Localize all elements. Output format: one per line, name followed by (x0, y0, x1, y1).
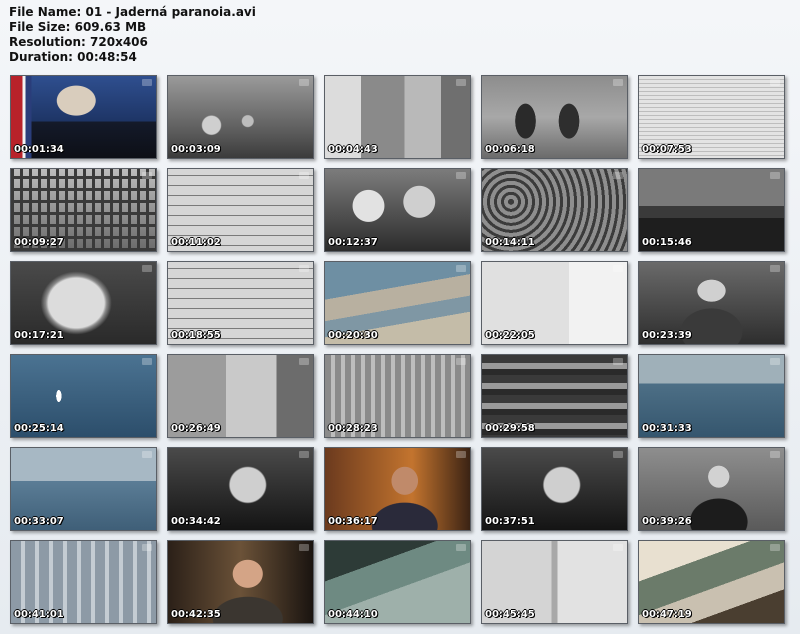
channel-watermark-icon (299, 265, 309, 272)
thumbnail-timestamp: 00:15:46 (642, 237, 692, 248)
thumbnail-timestamp: 00:44:10 (328, 609, 378, 620)
video-thumbnail[interactable]: 00:39:26 (638, 447, 785, 531)
channel-watermark-icon (299, 451, 309, 458)
channel-watermark-icon (299, 358, 309, 365)
channel-watermark-icon (456, 172, 466, 179)
video-thumbnail[interactable]: 00:45:45 (481, 540, 628, 624)
thumbnail-timestamp: 00:36:17 (328, 516, 378, 527)
video-thumbnail[interactable]: 00:41:01 (10, 540, 157, 624)
channel-watermark-icon (142, 265, 152, 272)
video-thumbnail[interactable]: 00:14:11 (481, 168, 628, 252)
thumbnail-timestamp: 00:07:53 (642, 144, 692, 155)
file-name-line: File Name: 01 - Jaderná paranoia.avi (9, 5, 256, 19)
thumbnail-timestamp: 00:42:35 (171, 609, 221, 620)
channel-watermark-icon (142, 358, 152, 365)
video-thumbnail[interactable]: 00:26:49 (167, 354, 314, 438)
video-thumbnail[interactable]: 00:34:42 (167, 447, 314, 531)
video-thumbnail[interactable]: 00:03:09 (167, 75, 314, 159)
channel-watermark-icon (456, 451, 466, 458)
video-thumbnail[interactable]: 00:37:51 (481, 447, 628, 531)
channel-watermark-icon (613, 79, 623, 86)
channel-watermark-icon (613, 265, 623, 272)
video-thumbnail[interactable]: 00:01:34 (10, 75, 157, 159)
thumbnail-timestamp: 00:23:39 (642, 330, 692, 341)
thumbnail-timestamp: 00:18:55 (171, 330, 221, 341)
thumbnail-timestamp: 00:26:49 (171, 423, 221, 434)
video-thumbnail[interactable]: 00:31:33 (638, 354, 785, 438)
video-thumbnail[interactable]: 00:09:27 (10, 168, 157, 252)
video-thumbnail[interactable]: 00:20:30 (324, 261, 471, 345)
channel-watermark-icon (613, 172, 623, 179)
thumbnail-timestamp: 00:28:23 (328, 423, 378, 434)
video-thumbnail[interactable]: 00:36:17 (324, 447, 471, 531)
video-thumbnail[interactable]: 00:15:46 (638, 168, 785, 252)
channel-watermark-icon (142, 79, 152, 86)
channel-watermark-icon (613, 451, 623, 458)
thumbnail-timestamp: 00:03:09 (171, 144, 221, 155)
thumbnail-grid: 00:01:34 00:03:09 00:04:43 00:06:18 00:07:53… (10, 75, 785, 624)
video-thumbnail[interactable]: 00:25:14 (10, 354, 157, 438)
video-thumbnail[interactable]: 00:11:02 (167, 168, 314, 252)
video-thumbnail[interactable]: 00:29:58 (481, 354, 628, 438)
channel-watermark-icon (456, 358, 466, 365)
thumbnail-timestamp: 00:29:58 (485, 423, 535, 434)
thumbnail-timestamp: 00:04:43 (328, 144, 378, 155)
channel-watermark-icon (142, 451, 152, 458)
video-thumbnail[interactable]: 00:06:18 (481, 75, 628, 159)
channel-watermark-icon (299, 172, 309, 179)
video-thumbnail[interactable]: 00:22:05 (481, 261, 628, 345)
channel-watermark-icon (770, 358, 780, 365)
video-thumbnail[interactable]: 00:04:43 (324, 75, 471, 159)
thumbnail-timestamp: 00:12:37 (328, 237, 378, 248)
video-thumbnail[interactable]: 00:44:10 (324, 540, 471, 624)
channel-watermark-icon (770, 265, 780, 272)
channel-watermark-icon (770, 451, 780, 458)
resolution-line: Resolution: 720x406 (9, 35, 148, 49)
video-thumbnail[interactable]: 00:18:55 (167, 261, 314, 345)
channel-watermark-icon (770, 79, 780, 86)
channel-watermark-icon (613, 358, 623, 365)
video-thumbnail[interactable]: 00:07:53 (638, 75, 785, 159)
duration-line: Duration: 00:48:54 (9, 50, 137, 64)
thumbnail-timestamp: 00:37:51 (485, 516, 535, 527)
thumbnail-timestamp: 00:47:19 (642, 609, 692, 620)
file-info-panel: File Name: 01 - Jaderná paranoia.avi Fil… (9, 5, 256, 65)
file-size-line: File Size: 609.63 MB (9, 20, 147, 34)
channel-watermark-icon (770, 544, 780, 551)
thumbnail-timestamp: 00:41:01 (14, 609, 64, 620)
channel-watermark-icon (456, 79, 466, 86)
channel-watermark-icon (456, 265, 466, 272)
thumbnail-timestamp: 00:14:11 (485, 237, 535, 248)
channel-watermark-icon (456, 544, 466, 551)
thumbnail-timestamp: 00:22:05 (485, 330, 535, 341)
channel-watermark-icon (142, 544, 152, 551)
channel-watermark-icon (770, 172, 780, 179)
thumbnail-timestamp: 00:45:45 (485, 609, 535, 620)
thumbnail-timestamp: 00:31:33 (642, 423, 692, 434)
thumbnail-timestamp: 00:17:21 (14, 330, 64, 341)
thumbnail-timestamp: 00:25:14 (14, 423, 64, 434)
video-thumbnail[interactable]: 00:28:23 (324, 354, 471, 438)
thumbnail-timestamp: 00:34:42 (171, 516, 221, 527)
video-thumbnail[interactable]: 00:47:19 (638, 540, 785, 624)
thumbnail-timestamp: 00:01:34 (14, 144, 64, 155)
video-thumbnail[interactable]: 00:23:39 (638, 261, 785, 345)
thumbnail-timestamp: 00:09:27 (14, 237, 64, 248)
thumbnail-timestamp: 00:06:18 (485, 144, 535, 155)
channel-watermark-icon (299, 544, 309, 551)
channel-watermark-icon (613, 544, 623, 551)
thumbnail-timestamp: 00:39:26 (642, 516, 692, 527)
video-thumbnail[interactable]: 00:33:07 (10, 447, 157, 531)
video-thumbnail[interactable]: 00:42:35 (167, 540, 314, 624)
thumbnail-timestamp: 00:33:07 (14, 516, 64, 527)
video-thumbnail[interactable]: 00:12:37 (324, 168, 471, 252)
video-thumbnail[interactable]: 00:17:21 (10, 261, 157, 345)
thumbnail-timestamp: 00:20:30 (328, 330, 378, 341)
channel-watermark-icon (142, 172, 152, 179)
thumbnail-timestamp: 00:11:02 (171, 237, 221, 248)
channel-watermark-icon (299, 79, 309, 86)
